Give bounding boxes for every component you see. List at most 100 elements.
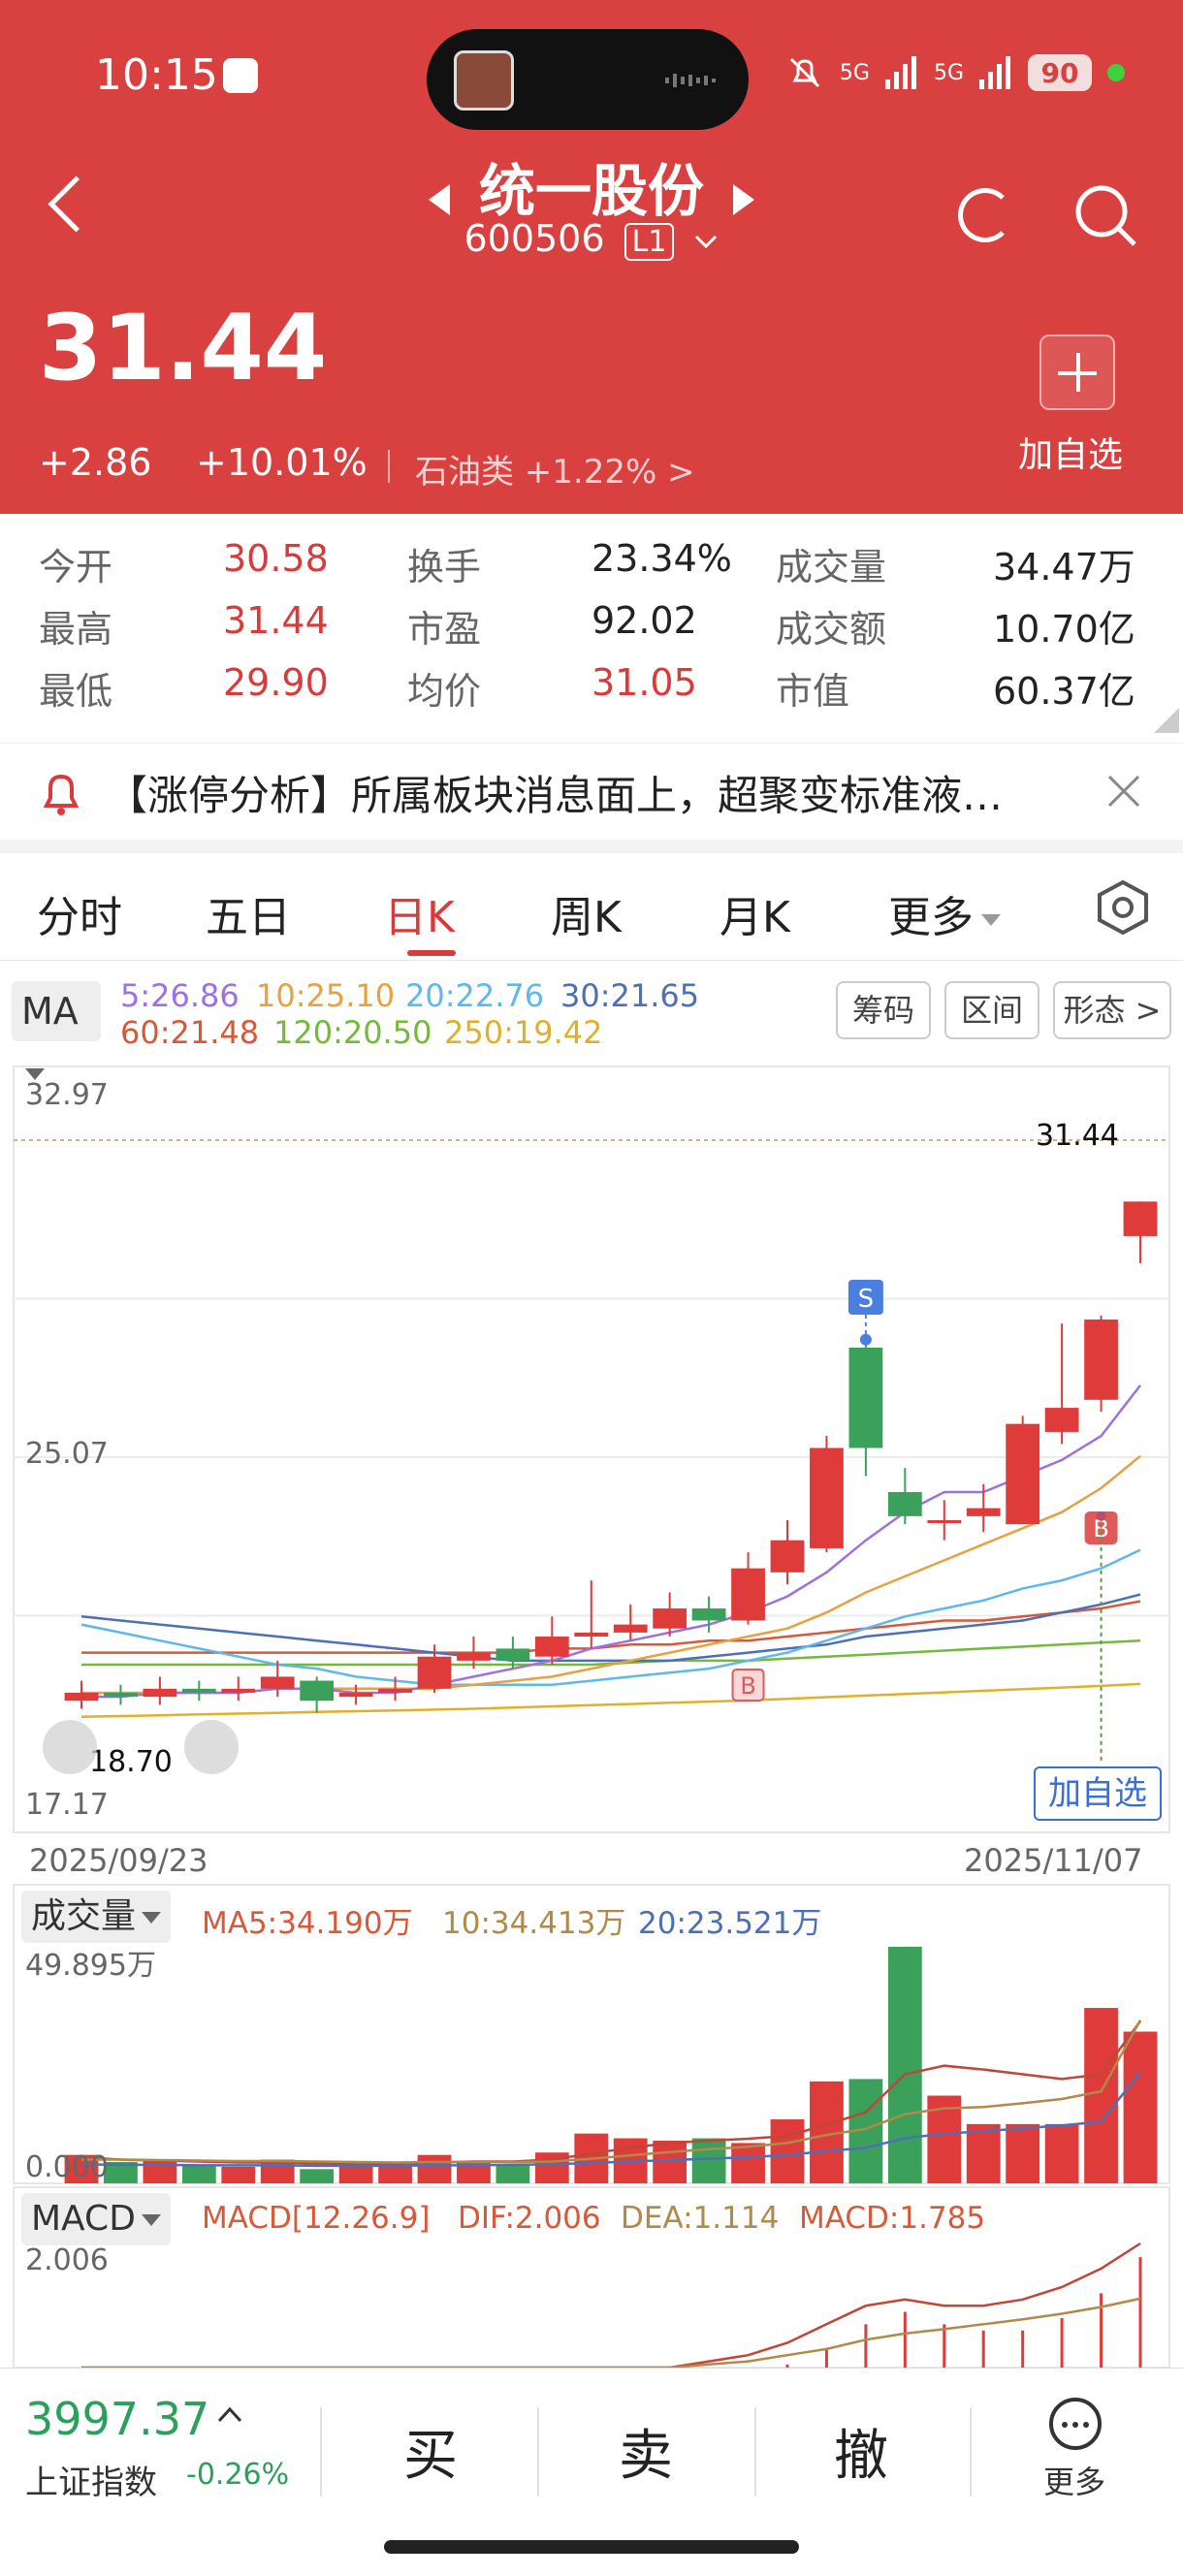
ma10-value: 10:25.10 [256, 977, 396, 1014]
add-watchlist-button[interactable] [1039, 334, 1115, 410]
ma30-line [80, 1593, 1141, 1663]
candle-body [653, 1608, 687, 1629]
volume-bar [887, 1947, 922, 2183]
volume-bar [338, 2166, 373, 2183]
caret-down-icon [141, 2214, 161, 2226]
quote-stats: 今开 30.58 换手 23.34% 成交量 34.47万 最高 31.44 市… [0, 514, 1183, 735]
media-thumbnail [454, 50, 514, 111]
search-icon[interactable] [1072, 182, 1140, 250]
sell-button[interactable]: 卖 [619, 2412, 673, 2491]
candle-body [104, 1692, 138, 1698]
volume-indicator-select[interactable]: 成交量 [21, 1891, 172, 1943]
tab-five-day[interactable]: 五日 [206, 882, 291, 944]
caret-down-icon [981, 914, 1001, 926]
ma5-line [81, 1384, 1141, 1699]
sector-link[interactable]: 石油类 +1.22% > [415, 445, 695, 493]
battery-indicator: 90 [1028, 54, 1092, 91]
collapse-left-button[interactable] [43, 1720, 97, 1774]
macd-dea-line [81, 2297, 1141, 2368]
pattern-button[interactable]: 形态 > [1053, 981, 1171, 1039]
more-icon[interactable] [1049, 2398, 1102, 2450]
ma5-value: 5:26.86 [120, 977, 240, 1014]
volume-bar [691, 2138, 726, 2183]
macd-indicator-select[interactable]: MACD [21, 2193, 171, 2245]
buy-button[interactable]: 买 [403, 2412, 458, 2491]
macd-dea: DEA:1.114 [621, 2201, 780, 2236]
quote-level-badge: L1 [623, 223, 675, 261]
candle-body [1123, 1201, 1158, 1236]
stat-value: 92.02 [592, 599, 697, 642]
volume-bar [300, 2169, 335, 2183]
candle-body [64, 1692, 99, 1701]
volume-ma10: 10:34.413万 [442, 1906, 626, 1941]
candle-body [378, 1688, 412, 1693]
stat-value: 34.47万 [993, 546, 1135, 588]
buy-signal-dot [1096, 1511, 1106, 1521]
ma60-value: 60:21.48 [120, 1014, 260, 1051]
tab-monthly-k[interactable]: 月K [719, 882, 790, 944]
tab-weekly-k[interactable]: 周K [551, 882, 622, 944]
stat-label: 最低 [39, 670, 113, 713]
stat-value: 60.37亿 [993, 670, 1135, 713]
macd-value: MACD:1.785 [799, 2201, 986, 2236]
divider [537, 2407, 539, 2496]
price-change-percent: +10.01% [196, 441, 368, 484]
close-icon[interactable] [1105, 773, 1142, 810]
status-time: 10:15 [95, 50, 218, 100]
news-text[interactable]: 【涨停分析】所属板块消息面上，超聚变标准液… [107, 763, 1003, 822]
refresh-icon[interactable] [958, 188, 1012, 242]
fullscreen-button[interactable] [184, 1720, 239, 1774]
stat-label: 最高 [39, 608, 113, 651]
date-start-label: 2025/09/23 [29, 1842, 208, 1879]
range-button[interactable]: 区间 [944, 981, 1039, 1039]
y-axis-top-label: 32.97 [25, 1078, 109, 1112]
volume-ma5: MA5:34.190万 [202, 1906, 413, 1941]
stat-value: 30.58 [223, 537, 329, 580]
more-label[interactable]: 更多 [1043, 2458, 1105, 2502]
candle-body [221, 1688, 256, 1693]
stat-label: 均价 [407, 670, 482, 713]
section-gap [0, 840, 1183, 853]
tab-daily-k[interactable]: 日K [384, 882, 455, 944]
next-stock-icon[interactable] [733, 184, 754, 215]
expand-corner-icon[interactable] [1154, 708, 1179, 733]
volume-zero-label: 0.000 [25, 2150, 109, 2184]
period-tabs: 分时 五日 日K 周K 月K 更多 [0, 853, 1183, 961]
signal-5g-2: 5G [933, 60, 964, 85]
y-axis-mid-label: 25.07 [25, 1437, 109, 1471]
kline-chart[interactable]: SBB [0, 1057, 1183, 2368]
signal-bars-icon [884, 56, 916, 89]
cancel-order-button[interactable]: 撤 [834, 2412, 888, 2491]
add-watchlist-chart-button[interactable]: 加自选 [1034, 1766, 1162, 1821]
indicator-select-ma[interactable]: MA [12, 981, 101, 1080]
home-indicator[interactable] [384, 2540, 799, 2554]
stat-label: 换手 [407, 546, 482, 588]
stock-code: 600506 [464, 217, 605, 260]
divider [388, 450, 390, 483]
candle-body [300, 1680, 335, 1701]
tab-intraday[interactable]: 分时 [37, 882, 122, 944]
tab-more[interactable]: 更多 [888, 882, 1001, 944]
stat-label: 今开 [39, 546, 113, 588]
current-price: 31.44 [39, 296, 328, 401]
macd-max-label: 2.006 [25, 2243, 109, 2277]
stat-value: 31.44 [223, 599, 329, 642]
candle-body [143, 1688, 177, 1698]
candle-body [534, 1637, 569, 1657]
status-bar: 10:15 5G 5G 90 [0, 0, 1183, 155]
mute-bell-icon [789, 57, 819, 88]
macd-dif: DIF:2.006 [458, 2201, 601, 2236]
news-banner[interactable]: 【涨停分析】所属板块消息面上，超聚变标准液… [0, 743, 1183, 841]
volume-bar [221, 2166, 256, 2183]
candle-body [770, 1540, 805, 1573]
volume-max-label: 49.895万 [25, 1949, 156, 1983]
dynamic-island[interactable] [427, 29, 749, 130]
chevron-up-icon[interactable] [215, 2403, 244, 2427]
candle-body [181, 1688, 216, 1693]
index-value[interactable]: 3997.37 [25, 2393, 209, 2445]
candle-body [1084, 1320, 1118, 1400]
stat-label: 成交额 [776, 608, 887, 651]
add-watchlist-label[interactable]: 加自选 [1018, 427, 1123, 477]
settings-hex-icon[interactable] [1096, 878, 1150, 937]
chip-button[interactable]: 筹码 [836, 981, 931, 1039]
